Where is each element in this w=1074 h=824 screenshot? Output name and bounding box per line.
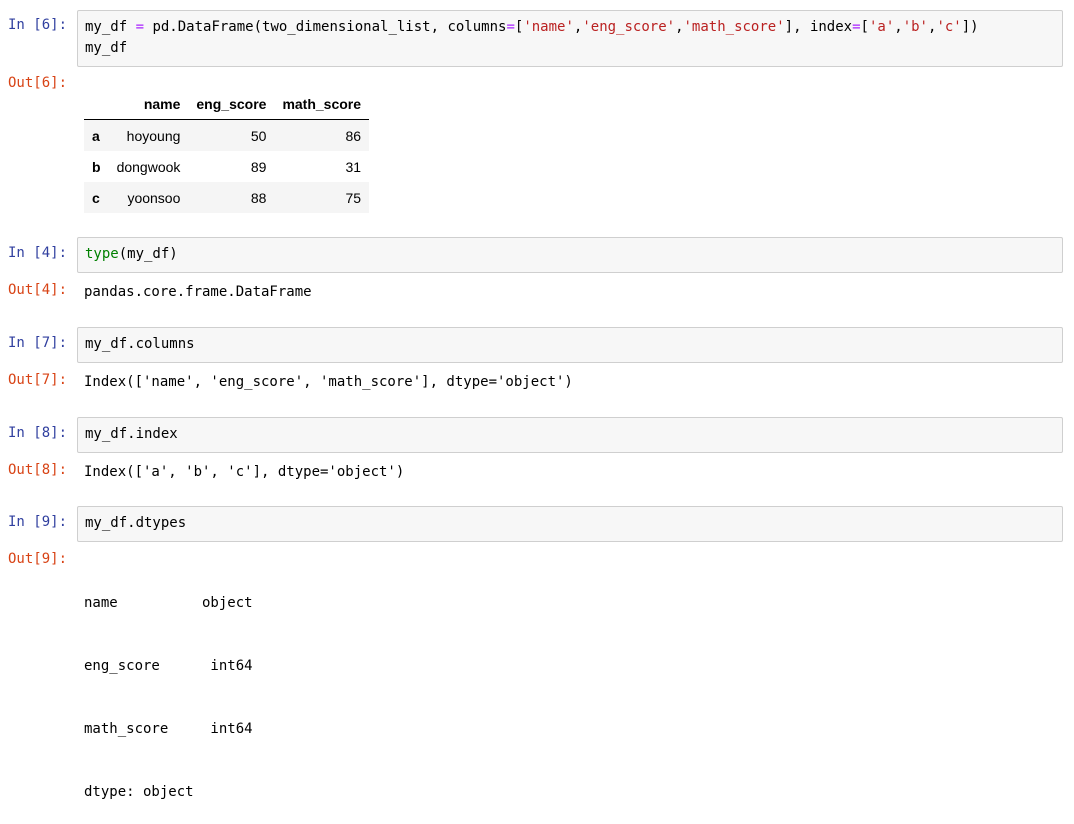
code-token: [ (860, 19, 869, 35)
code-line: type(my_df) (85, 244, 1055, 265)
code-token: 'b' (902, 19, 928, 35)
code-token: ]) (961, 19, 979, 35)
code-token: = (135, 19, 145, 35)
code-cell-input-6[interactable]: my_df = pd.DataFrame(two_dimensional_lis… (77, 10, 1063, 67)
code-line: my_df.dtypes (85, 515, 187, 531)
table-header-index (84, 88, 109, 120)
in-prompt-7: In [7]: (8, 335, 68, 351)
out-prompt-4: Out[4]: (8, 282, 68, 298)
code-token: , (894, 19, 903, 35)
code-line: my_df.columns (85, 336, 195, 352)
output-text-8: Index(['a', 'b', 'c'], dtype='object') (84, 464, 405, 480)
cell-name: dongwook (116, 158, 181, 175)
cell-eng-score: 50 (250, 127, 267, 144)
code-token: 'name' (523, 19, 574, 35)
code-token: 'eng_score' (582, 19, 676, 35)
table-row: a hoyoung 50 86 (84, 119, 370, 151)
table-header-name: name (108, 88, 189, 120)
code-line-1: my_df = pd.DataFrame(two_dimensional_lis… (85, 17, 1055, 38)
code-token: pd.DataFrame(two_dimensional_list, colum… (144, 19, 507, 35)
output-text-7: Index(['name', 'eng_score', 'math_score'… (84, 374, 573, 390)
code-cell-input-9[interactable]: my_df.dtypes (77, 506, 1063, 542)
out-prompt-6: Out[6]: (8, 75, 68, 91)
table-header-math-score: math_score (274, 88, 370, 120)
code-token: my_df (85, 19, 136, 35)
code-token: = (852, 19, 861, 35)
row-index: a (92, 127, 100, 144)
row-index: c (92, 189, 100, 206)
in-prompt-4: In [4]: (8, 245, 68, 261)
code-cell-input-8[interactable]: my_df.index (77, 417, 1063, 453)
in-prompt-9: In [9]: (8, 514, 68, 530)
in-prompt-8: In [8]: (8, 425, 68, 441)
output-text-9: name object eng_score int64 math_score i… (84, 551, 253, 824)
dtype-line: dtype: object (84, 784, 194, 800)
dtype-line: name object (84, 595, 253, 611)
table-header-eng-score: eng_score (188, 88, 275, 120)
code-token: , (675, 19, 684, 35)
output-text-4: pandas.core.frame.DataFrame (84, 284, 312, 300)
table-row: b dongwook 89 31 (84, 151, 369, 182)
dtype-line: eng_score int64 (84, 658, 253, 674)
cell-eng-score: 89 (250, 158, 267, 175)
table-header-row: name eng_score math_score (84, 88, 370, 120)
in-prompt-6: In [6]: (8, 17, 68, 33)
code-line: my_df.index (85, 426, 178, 442)
code-cell-input-4[interactable]: type(my_df) (77, 237, 1063, 273)
out-prompt-9: Out[9]: (8, 551, 68, 567)
dataframe-table: name eng_score math_score a hoyoung 50 8… (84, 88, 370, 213)
out-prompt-7: Out[7]: (8, 372, 68, 388)
builtin-type: type (85, 246, 119, 262)
code-token: 'math_score' (683, 19, 785, 35)
code-token: 'c' (936, 19, 962, 35)
dtype-line: math_score int64 (84, 721, 253, 737)
cell-name: yoonsoo (127, 189, 181, 206)
code-rest: (my_df) (118, 246, 178, 262)
code-cell-input-7[interactable]: my_df.columns (77, 327, 1063, 363)
cell-name: hoyoung (126, 127, 181, 144)
cell-eng-score: 88 (250, 189, 267, 206)
code-line-2: my_df (85, 40, 128, 56)
table-row: c yoonsoo 88 75 (84, 182, 370, 213)
out-prompt-8: Out[8]: (8, 462, 68, 478)
code-token: = (506, 19, 515, 35)
code-token: 'a' (868, 19, 895, 35)
cell-math-score: 86 (345, 127, 362, 144)
cell-math-score: 75 (345, 189, 362, 206)
row-index: b (92, 158, 101, 175)
code-token: ], index (784, 19, 853, 35)
cell-math-score: 31 (345, 158, 362, 175)
